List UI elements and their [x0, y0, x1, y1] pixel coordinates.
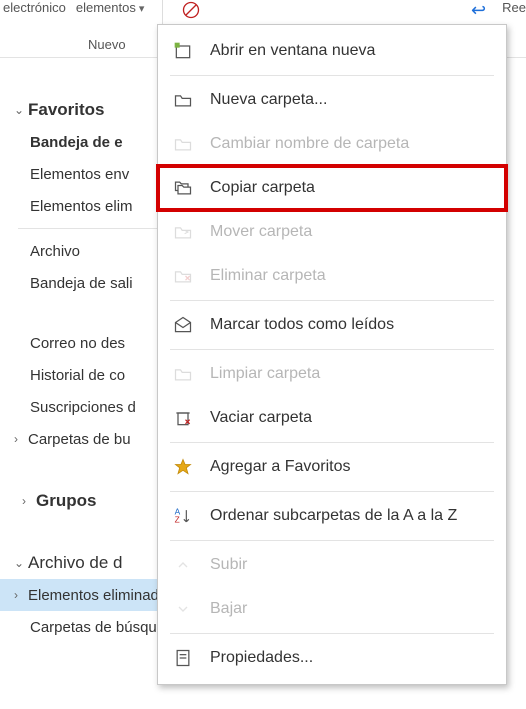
ctx-marcar-leidos[interactable]: Marcar todos como leídos: [158, 303, 506, 347]
chevron-up-icon: [172, 554, 194, 576]
ctx-cambiar-nombre: Cambiar nombre de carpeta: [158, 122, 506, 166]
ctx-label: Cambiar nombre de carpeta: [210, 135, 409, 153]
empty-folder-icon: [172, 407, 194, 429]
ctx-label: Ordenar subcarpetas de la A a la Z: [210, 507, 457, 525]
ribbon-right-partial: Ree: [502, 0, 526, 15]
sort-az-icon: AZ: [172, 505, 194, 527]
envelope-open-icon: [172, 314, 194, 336]
ctx-bajar: Bajar: [158, 587, 506, 631]
properties-icon: [172, 647, 194, 669]
ctx-label: Limpiar carpeta: [210, 365, 320, 383]
clean-folder-icon: [172, 363, 194, 385]
ctx-propiedades[interactable]: Propiedades...: [158, 636, 506, 680]
ctx-label: Mover carpeta: [210, 223, 312, 241]
new-window-icon: [172, 40, 194, 62]
chevron-down-icon: ⌄: [14, 103, 28, 117]
menu-separator: [170, 540, 494, 541]
ctx-abrir-ventana[interactable]: Abrir en ventana nueva: [158, 29, 506, 73]
ctx-label: Abrir en ventana nueva: [210, 42, 375, 60]
ctx-label: Bajar: [210, 600, 247, 618]
chevron-right-icon: ›: [14, 588, 28, 602]
svg-text:Z: Z: [175, 515, 180, 525]
menu-separator: [170, 349, 494, 350]
chevron-right-icon: ›: [22, 494, 36, 508]
ctx-label: Vaciar carpeta: [210, 409, 312, 427]
ctx-copiar-carpeta[interactable]: Copiar carpeta: [158, 166, 506, 210]
ctx-label: Copiar carpeta: [210, 179, 315, 197]
ctx-agregar-favoritos[interactable]: Agregar a Favoritos: [158, 445, 506, 489]
ignore-icon[interactable]: [181, 0, 201, 24]
ctx-label: Propiedades...: [210, 649, 313, 667]
star-icon: [172, 456, 194, 478]
menu-separator: [170, 442, 494, 443]
menu-separator: [170, 300, 494, 301]
folder-icon: [172, 89, 194, 111]
reply-icon[interactable]: ↩: [471, 0, 486, 21]
ctx-nueva-carpeta[interactable]: Nueva carpeta...: [158, 78, 506, 122]
ctx-label: Nueva carpeta...: [210, 91, 327, 109]
menu-separator: [170, 491, 494, 492]
menu-separator: [170, 75, 494, 76]
ctx-label: Marcar todos como leídos: [210, 316, 394, 334]
ctx-limpiar-carpeta: Limpiar carpeta: [158, 352, 506, 396]
ctx-vaciar-carpeta[interactable]: Vaciar carpeta: [158, 396, 506, 440]
menu-separator: [170, 633, 494, 634]
rename-folder-icon: [172, 133, 194, 155]
ctx-label: Agregar a Favoritos: [210, 458, 351, 476]
delete-folder-icon: [172, 265, 194, 287]
ctx-mover-carpeta: Mover carpeta: [158, 210, 506, 254]
ribbon-item-electronico[interactable]: electrónico: [3, 0, 66, 15]
ctx-label: Subir: [210, 556, 247, 574]
move-folder-icon: [172, 221, 194, 243]
ribbon-item-elementos[interactable]: elementos: [76, 0, 145, 15]
chevron-down-icon: ⌄: [14, 556, 28, 570]
ctx-eliminar-carpeta: Eliminar carpeta: [158, 254, 506, 298]
copy-folder-icon: [172, 177, 194, 199]
chevron-down-icon: [172, 598, 194, 620]
folder-context-menu: Abrir en ventana nueva Nueva carpeta... …: [157, 24, 507, 685]
ctx-ordenar-az[interactable]: AZ Ordenar subcarpetas de la A a la Z: [158, 494, 506, 538]
ctx-label: Eliminar carpeta: [210, 267, 326, 285]
ctx-subir: Subir: [158, 543, 506, 587]
chevron-right-icon: ›: [14, 432, 28, 446]
